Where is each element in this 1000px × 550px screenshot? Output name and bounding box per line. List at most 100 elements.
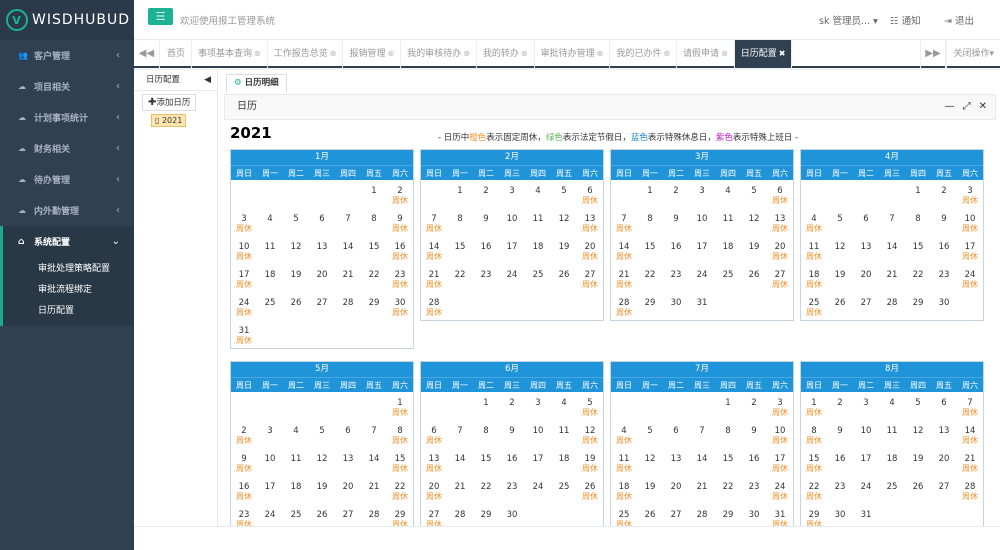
day-cell[interactable]: 16 xyxy=(827,448,853,476)
maximize-icon[interactable]: ⤢ xyxy=(963,95,971,119)
day-cell[interactable]: 21 xyxy=(361,476,387,504)
day-cell[interactable]: 11 xyxy=(525,208,551,236)
day-cell[interactable]: 16 周休 xyxy=(387,236,413,264)
sidebar-item-system-config[interactable]: ⌂ 系统配置 ⌄ xyxy=(0,226,134,257)
day-cell[interactable]: 29 xyxy=(637,292,663,320)
day-cell[interactable]: 19 xyxy=(905,448,931,476)
day-cell[interactable]: 11 周休 xyxy=(611,448,637,476)
day-cell[interactable]: 19 xyxy=(309,476,335,504)
day-cell[interactable]: 13 周休 xyxy=(577,208,603,236)
day-cell[interactable]: 11 xyxy=(715,208,741,236)
day-cell[interactable]: 12 xyxy=(309,448,335,476)
day-cell[interactable]: 11 xyxy=(879,420,905,448)
day-cell[interactable]: 6 xyxy=(931,392,957,420)
day-cell[interactable]: 22 xyxy=(905,264,931,292)
day-cell[interactable]: 4 xyxy=(715,180,741,208)
day-cell[interactable]: 22 xyxy=(715,476,741,504)
close-tab-icon[interactable]: ⊗ xyxy=(463,49,470,58)
day-cell[interactable]: 23 xyxy=(473,264,499,292)
day-cell[interactable]: 10 周休 xyxy=(231,236,257,264)
day-cell[interactable]: 19 xyxy=(283,264,309,292)
day-cell[interactable]: 19 xyxy=(551,236,577,264)
day-cell[interactable]: 27 xyxy=(853,292,879,320)
day-cell[interactable]: 2 xyxy=(499,392,525,420)
day-cell[interactable]: 30 xyxy=(827,504,853,526)
calendar-node-2021[interactable]: ▯ 2021 xyxy=(151,114,187,127)
day-cell[interactable]: 27 周休 xyxy=(767,264,793,292)
day-cell[interactable]: 18 周休 xyxy=(801,264,827,292)
day-cell[interactable]: 15 周休 xyxy=(387,448,413,476)
day-cell[interactable]: 24 周休 xyxy=(767,476,793,504)
day-cell[interactable]: 25 xyxy=(257,292,283,320)
close-tab-icon[interactable]: ⊗ xyxy=(721,49,728,58)
day-cell[interactable]: 3 xyxy=(525,392,551,420)
day-cell[interactable]: 25 xyxy=(879,476,905,504)
tab-4[interactable]: 报销管理 ⊗ xyxy=(343,40,402,68)
day-cell[interactable]: 13 周休 xyxy=(421,448,447,476)
day-cell[interactable]: 25 xyxy=(525,264,551,292)
day-cell[interactable]: 10 周休 xyxy=(767,420,793,448)
day-cell[interactable]: 6 xyxy=(663,420,689,448)
close-tab-icon[interactable]: ✖ xyxy=(779,49,786,58)
day-cell[interactable]: 31 周休 xyxy=(231,320,257,348)
day-cell[interactable]: 21 xyxy=(447,476,473,504)
day-cell[interactable]: 1 xyxy=(361,180,387,208)
day-cell[interactable]: 25 周休 xyxy=(801,292,827,320)
day-cell[interactable]: 3 周休 xyxy=(957,180,983,208)
day-cell[interactable]: 29 xyxy=(473,504,499,526)
day-cell[interactable]: 27 xyxy=(663,504,689,526)
day-cell[interactable]: 12 xyxy=(551,208,577,236)
sidebar-item-5[interactable]: ☁ 待办管理 ‹ xyxy=(0,164,134,195)
day-cell[interactable]: 15 xyxy=(637,236,663,264)
day-cell[interactable]: 21 xyxy=(879,264,905,292)
day-cell[interactable]: 5 xyxy=(827,208,853,236)
day-cell[interactable]: 16 xyxy=(931,236,957,264)
day-cell[interactable]: 10 xyxy=(257,448,283,476)
day-cell[interactable]: 10 周休 xyxy=(957,208,983,236)
day-cell[interactable]: 11 xyxy=(257,236,283,264)
day-cell[interactable]: 29 周休 xyxy=(387,504,413,526)
sidebar-subitem-3[interactable]: 日历配置 xyxy=(3,299,134,320)
day-cell[interactable]: 14 xyxy=(335,236,361,264)
day-cell[interactable]: 16 xyxy=(473,236,499,264)
day-cell[interactable]: 14 xyxy=(447,448,473,476)
day-cell[interactable]: 29 xyxy=(905,292,931,320)
day-cell[interactable]: 18 xyxy=(551,448,577,476)
close-tab-icon[interactable]: ⊗ xyxy=(387,49,394,58)
day-cell[interactable]: 13 xyxy=(309,236,335,264)
day-cell[interactable]: 19 周休 xyxy=(577,448,603,476)
day-cell[interactable]: 1 xyxy=(473,392,499,420)
tab-3[interactable]: 工作报告总览 ⊗ xyxy=(268,40,344,68)
day-cell[interactable]: 10 xyxy=(499,208,525,236)
day-cell[interactable]: 24 xyxy=(525,476,551,504)
day-cell[interactable]: 22 周休 xyxy=(387,476,413,504)
day-cell[interactable]: 20 xyxy=(853,264,879,292)
day-cell[interactable]: 24 xyxy=(689,264,715,292)
day-cell[interactable]: 3 周休 xyxy=(767,392,793,420)
day-cell[interactable]: 18 xyxy=(525,236,551,264)
day-cell[interactable]: 8 xyxy=(473,420,499,448)
day-cell[interactable]: 7 xyxy=(335,208,361,236)
day-cell[interactable]: 1 周休 xyxy=(387,392,413,420)
tab-9[interactable]: 请假申请 ⊗ xyxy=(677,40,735,68)
sidebar-item-6[interactable]: ☁ 内外勤管理 ‹ xyxy=(0,195,134,226)
day-cell[interactable]: 3 xyxy=(689,180,715,208)
day-cell[interactable]: 23 xyxy=(931,264,957,292)
logout-link[interactable]: ⇥ 退出 xyxy=(944,13,974,27)
day-cell[interactable]: 25 xyxy=(715,264,741,292)
day-cell[interactable]: 17 xyxy=(257,476,283,504)
tab-1[interactable]: 首页 xyxy=(161,40,193,68)
day-cell[interactable]: 17 xyxy=(525,448,551,476)
day-cell[interactable]: 25 xyxy=(283,504,309,526)
day-cell[interactable]: 11 周休 xyxy=(801,236,827,264)
day-cell[interactable]: 7 xyxy=(447,420,473,448)
day-cell[interactable]: 19 xyxy=(827,264,853,292)
day-cell[interactable]: 2 xyxy=(473,180,499,208)
day-cell[interactable]: 25 xyxy=(551,476,577,504)
day-cell[interactable]: 18 周休 xyxy=(611,476,637,504)
day-cell[interactable]: 10 xyxy=(525,420,551,448)
notify-link[interactable]: ☷ 通知 xyxy=(890,13,921,27)
day-cell[interactable]: 19 xyxy=(741,236,767,264)
day-cell[interactable]: 14 xyxy=(689,448,715,476)
day-cell[interactable]: 12 xyxy=(827,236,853,264)
